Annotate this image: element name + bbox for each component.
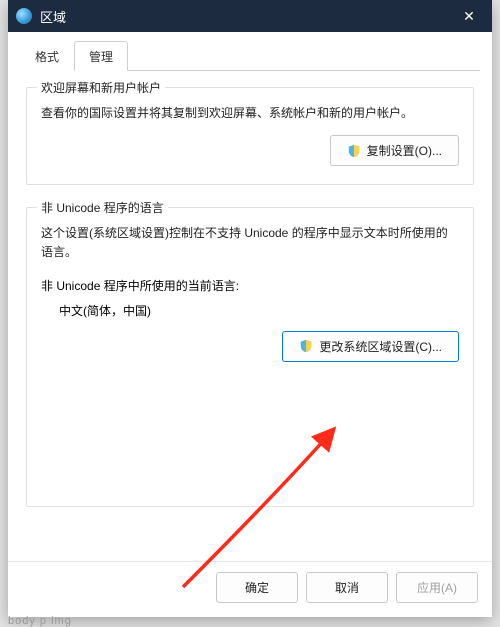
group-nonunicode-desc: 这个设置(系统区域设置)控制在不支持 Unicode 的程序中显示文本时所使用的… <box>41 224 459 262</box>
group-nonunicode: 非 Unicode 程序的语言 这个设置(系统区域设置)控制在不支持 Unico… <box>26 207 474 507</box>
current-language-value: 中文(简体，中国) <box>41 302 459 319</box>
tab-format[interactable]: 格式 <box>20 41 74 71</box>
close-button[interactable]: ✕ <box>446 0 492 32</box>
background-text: body p img <box>8 615 72 627</box>
titlebar: 区域 ✕ <box>8 0 492 32</box>
current-language-label: 非 Unicode 程序中所使用的当前语言: <box>41 277 459 294</box>
copy-settings-label: 复制设置(O)... <box>367 142 442 159</box>
cancel-button[interactable]: 取消 <box>306 572 388 603</box>
ok-button[interactable]: 确定 <box>216 572 298 603</box>
group-welcome: 欢迎屏幕和新用户帐户 查看你的国际设置并将其复制到欢迎屏幕、系统帐户和新的用户帐… <box>26 87 474 185</box>
dialog-footer: 确定 取消 应用(A) <box>8 561 492 617</box>
group-nonunicode-title: 非 Unicode 程序的语言 <box>37 199 168 216</box>
group-welcome-buttons: 复制设置(O)... <box>41 135 459 166</box>
window-title: 区域 <box>40 7 446 26</box>
region-dialog: 区域 ✕ 格式 管理 欢迎屏幕和新用户帐户 查看你的国际设置并将其复制到欢迎屏幕… <box>8 0 492 617</box>
globe-icon <box>16 8 32 24</box>
shield-icon <box>347 144 361 158</box>
admin-pane: 欢迎屏幕和新用户帐户 查看你的国际设置并将其复制到欢迎屏幕、系统帐户和新的用户帐… <box>20 71 480 507</box>
tab-strip: 格式 管理 <box>20 40 480 71</box>
change-locale-button[interactable]: 更改系统区域设置(C)... <box>282 331 459 362</box>
change-locale-label: 更改系统区域设置(C)... <box>319 338 442 355</box>
shield-icon <box>299 339 313 353</box>
group-welcome-desc: 查看你的国际设置并将其复制到欢迎屏幕、系统帐户和新的用户帐户。 <box>41 104 459 123</box>
group-nonunicode-buttons: 更改系统区域设置(C)... <box>41 331 459 362</box>
content-area: 格式 管理 欢迎屏幕和新用户帐户 查看你的国际设置并将其复制到欢迎屏幕、系统帐户… <box>8 32 492 561</box>
apply-button[interactable]: 应用(A) <box>396 572 478 603</box>
tab-admin[interactable]: 管理 <box>74 41 128 71</box>
copy-settings-button[interactable]: 复制设置(O)... <box>330 135 459 166</box>
group-welcome-title: 欢迎屏幕和新用户帐户 <box>37 79 165 96</box>
close-icon: ✕ <box>463 8 475 25</box>
